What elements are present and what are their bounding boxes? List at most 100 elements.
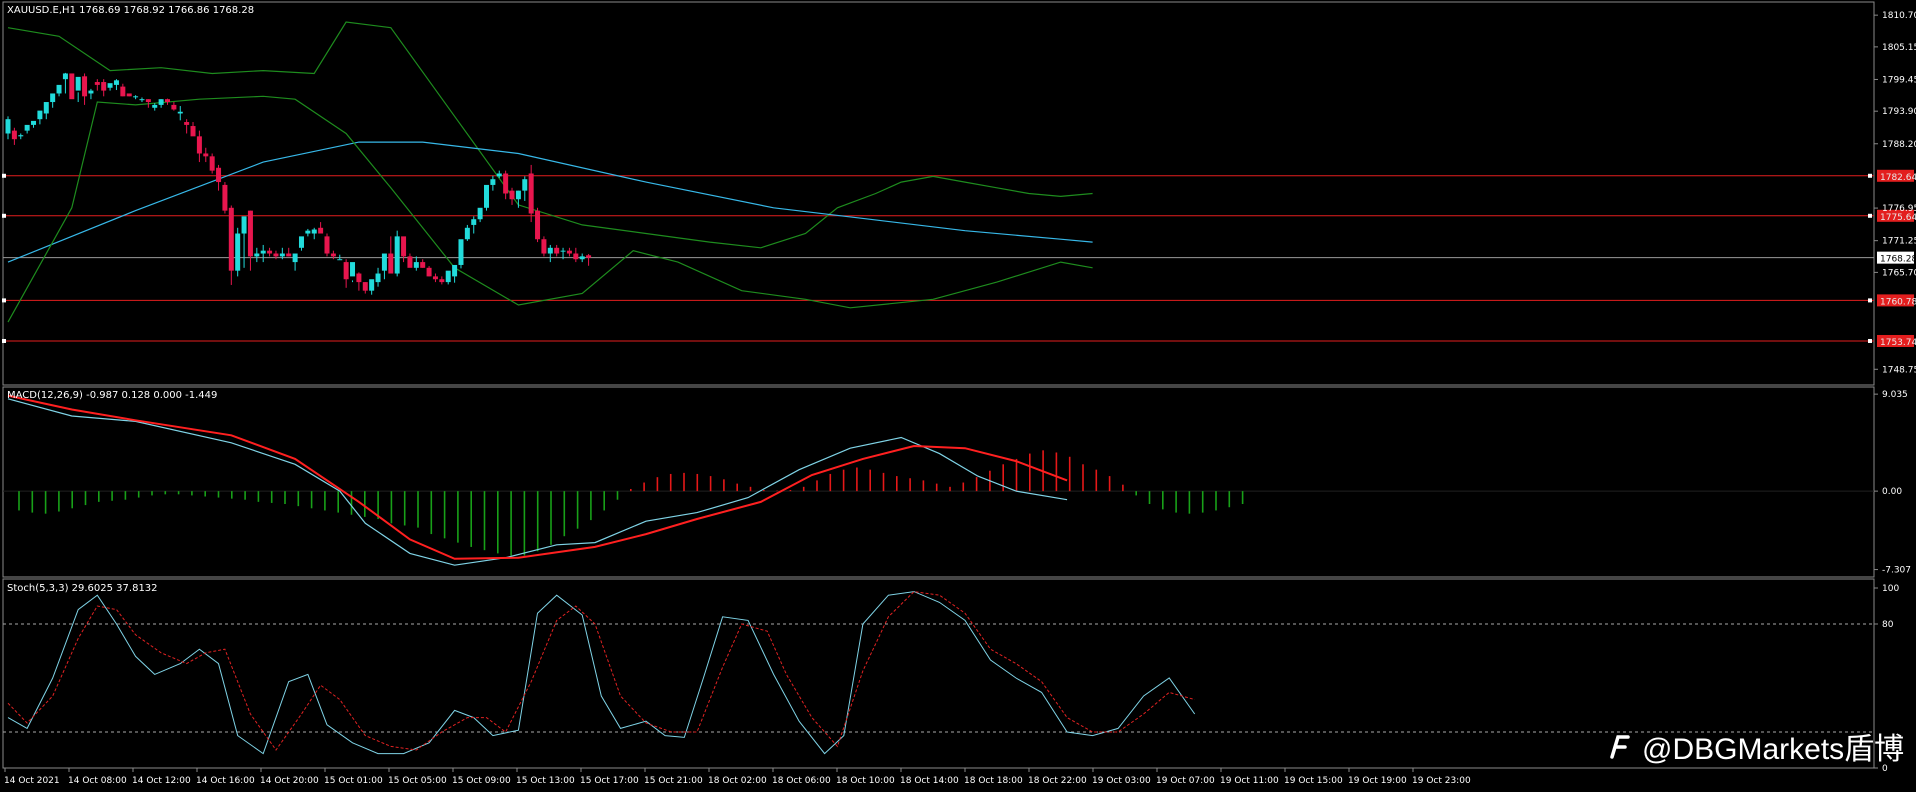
candle xyxy=(94,82,100,85)
candle xyxy=(18,135,24,137)
candle xyxy=(120,86,126,97)
candle xyxy=(343,262,349,280)
level-handle xyxy=(1868,213,1872,218)
candle xyxy=(31,120,37,125)
candle xyxy=(267,250,273,254)
candle xyxy=(311,229,317,234)
x-tick-label: 15 Oct 09:00 xyxy=(452,776,511,786)
candle xyxy=(547,247,553,254)
candle xyxy=(171,104,177,110)
y-tick-label: 1810.70 xyxy=(1882,11,1916,21)
price-header: XAUUSD.E,H1 1768.69 1768.92 1766.86 1768… xyxy=(7,5,254,16)
x-tick-label: 15 Oct 17:00 xyxy=(580,776,639,786)
candle xyxy=(50,93,56,103)
candle xyxy=(350,262,356,277)
candle xyxy=(566,250,572,254)
x-tick-label: 14 Oct 16:00 xyxy=(196,776,255,786)
y-tick-label: 1776.95 xyxy=(1882,204,1916,214)
candle xyxy=(388,253,394,274)
candle xyxy=(375,273,381,283)
x-tick-label: 18 Oct 14:00 xyxy=(900,776,959,786)
y-tick-label: -7.307 xyxy=(1882,566,1911,576)
level-handle xyxy=(1868,173,1872,178)
x-tick-label: 19 Oct 23:00 xyxy=(1412,776,1471,786)
candle xyxy=(184,122,190,125)
dbg-logo-icon xyxy=(1610,735,1630,759)
y-tick-label: 9.035 xyxy=(1882,390,1908,400)
candle xyxy=(560,250,566,252)
candle xyxy=(477,207,483,220)
candle xyxy=(362,282,368,291)
y-tick-label: 1788.20 xyxy=(1882,140,1916,150)
candle xyxy=(145,99,151,103)
y-tick-label: 1771.25 xyxy=(1882,237,1916,247)
candle xyxy=(426,267,432,277)
candle xyxy=(235,233,241,271)
candle xyxy=(190,126,196,137)
candle xyxy=(69,73,75,100)
y-tick-label: 1765.70 xyxy=(1882,268,1916,278)
candle xyxy=(413,262,419,268)
candle xyxy=(228,207,234,271)
candle xyxy=(158,99,164,105)
candle xyxy=(113,80,119,85)
current-price-label: 1768.28 xyxy=(1880,255,1916,265)
candle xyxy=(420,262,426,268)
level-handle xyxy=(2,298,6,303)
candle xyxy=(330,253,336,257)
candle xyxy=(273,253,279,257)
candle xyxy=(541,239,547,254)
candle xyxy=(203,153,209,157)
candle xyxy=(496,173,502,177)
candle xyxy=(522,179,528,191)
x-tick-label: 15 Oct 01:00 xyxy=(324,776,383,786)
candle xyxy=(56,84,62,94)
y-tick-label: 1805.15 xyxy=(1882,43,1916,53)
candle xyxy=(305,230,311,234)
x-tick-label: 14 Oct 08:00 xyxy=(68,776,127,786)
candle xyxy=(535,210,541,240)
macd-header: MACD(12,26,9) -0.987 0.128 0.000 -1.449 xyxy=(7,390,217,401)
candle xyxy=(324,236,330,254)
candle xyxy=(247,210,253,257)
y-tick-label: 0.00 xyxy=(1882,487,1902,497)
candle xyxy=(503,173,509,194)
candle xyxy=(586,255,592,258)
candle xyxy=(254,253,260,257)
candle xyxy=(62,73,68,80)
x-tick-label: 19 Oct 07:00 xyxy=(1156,776,1215,786)
y-tick-label: 80 xyxy=(1882,620,1894,630)
chart-background xyxy=(0,0,1916,792)
x-tick-label: 18 Oct 10:00 xyxy=(836,776,895,786)
x-tick-label: 15 Oct 13:00 xyxy=(516,776,575,786)
candle xyxy=(439,279,445,283)
candle xyxy=(509,190,515,200)
candle xyxy=(152,104,158,108)
level-price-label: 1775.64 xyxy=(1880,213,1916,223)
level-handle xyxy=(2,213,6,218)
watermark-text: @DBGMarkets盾博 xyxy=(1642,733,1905,766)
candle xyxy=(139,99,145,101)
candle xyxy=(381,253,387,271)
candle xyxy=(464,227,470,240)
x-tick-label: 14 Oct 20:00 xyxy=(260,776,319,786)
candle xyxy=(101,82,107,91)
y-tick-label: 100 xyxy=(1882,584,1899,594)
candle xyxy=(216,167,222,183)
stoch-header: Stoch(5,3,3) 29.6025 37.8132 xyxy=(7,583,158,594)
candle xyxy=(82,76,88,97)
x-tick-label: 14 Oct 12:00 xyxy=(132,776,191,786)
candle xyxy=(445,270,451,283)
candle xyxy=(432,276,438,280)
x-tick-label: 19 Oct 03:00 xyxy=(1092,776,1151,786)
level-handle xyxy=(2,173,6,178)
candle xyxy=(554,247,560,254)
x-tick-label: 18 Oct 02:00 xyxy=(708,776,767,786)
x-tick-label: 19 Oct 15:00 xyxy=(1284,776,1343,786)
candle xyxy=(484,184,489,208)
candle xyxy=(133,96,139,98)
x-tick-label: 14 Oct 2021 xyxy=(4,776,60,786)
x-tick-label: 19 Oct 11:00 xyxy=(1220,776,1279,786)
candle xyxy=(260,250,266,254)
candle xyxy=(292,253,298,263)
